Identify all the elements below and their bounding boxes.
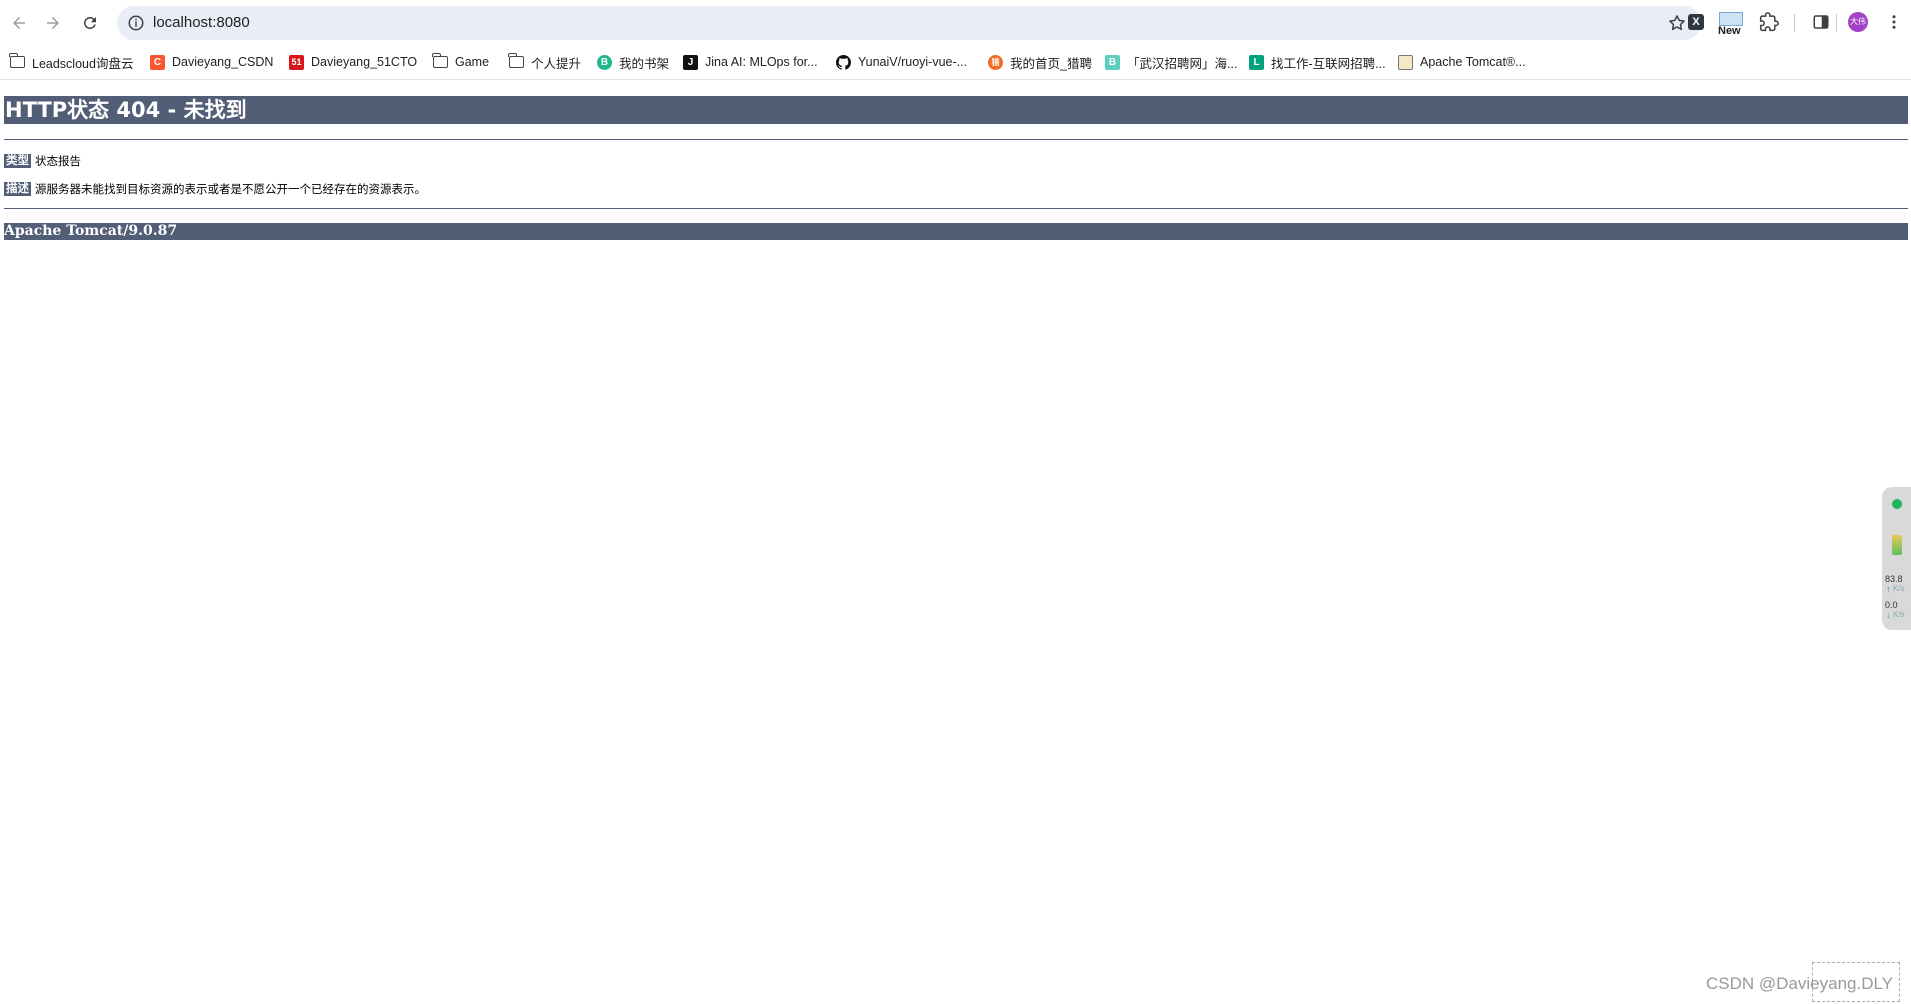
address-bar[interactable]: localhost:8080 — [117, 6, 1701, 40]
divider-line — [4, 139, 1908, 140]
bookmark-label: Game — [455, 55, 490, 69]
upload-arrow-icon: ↑ — [1886, 584, 1891, 594]
lagou-icon: L — [1249, 54, 1264, 70]
bookmark-51cto[interactable]: 51 Davieyang_51CTO — [289, 53, 417, 71]
forward-button[interactable] — [39, 9, 67, 37]
bookmark-label: Jina AI: MLOps for... — [705, 55, 818, 69]
bookmark-label: 「武汉招聘网」海... — [1127, 56, 1238, 71]
description-key: 描述 — [4, 182, 31, 196]
bookmark-label: 我的首页_猎聘 — [1010, 56, 1092, 71]
new-badge-label: New — [1718, 25, 1741, 37]
download-speed-value: 0.0 — [1885, 600, 1898, 610]
bookmark-label: 找工作-互联网招聘... — [1271, 56, 1386, 71]
github-icon — [836, 54, 851, 70]
side-panel-icon[interactable] — [1810, 11, 1832, 33]
status-dot-icon — [1892, 499, 1902, 509]
toolbar-divider — [1794, 14, 1795, 32]
bookmark-wuhan-jobs[interactable]: B 「武汉招聘网」海... — [1105, 53, 1237, 71]
book-icon: B — [597, 54, 612, 70]
bookmark-leadscloud[interactable]: Leadscloud询盘云 — [9, 53, 134, 71]
bookmark-label: Davieyang_51CTO — [311, 55, 418, 69]
tomcat-icon — [1398, 54, 1413, 70]
back-arrow-icon — [13, 17, 25, 29]
reload-icon — [84, 17, 96, 29]
bookmark-liepin[interactable]: 猎 我的首页_猎聘 — [988, 53, 1092, 71]
folder-icon — [432, 53, 448, 70]
side-panel-glyph-icon — [1813, 15, 1829, 29]
new-feature-image-icon — [1719, 12, 1743, 26]
csdn-icon: C — [150, 54, 165, 70]
speed-level-icon — [1892, 535, 1902, 555]
upload-speed-unit: K/s — [1893, 584, 1905, 593]
bookmark-star-icon[interactable] — [1667, 13, 1687, 33]
bookmark-lagou[interactable]: L 找工作-互联网招聘... — [1249, 53, 1386, 71]
puzzle-icon — [1759, 12, 1779, 32]
folder-icon — [508, 53, 524, 70]
type-row: 类型 状态报告 — [4, 153, 81, 169]
three-dots-icon — [1892, 15, 1896, 29]
type-value: 状态报告 — [35, 156, 81, 168]
bookmark-label: Apache Tomcat®... — [1420, 55, 1526, 69]
upload-speed-value: 83.8 — [1885, 574, 1903, 584]
extensions-puzzle-icon[interactable] — [1758, 11, 1780, 33]
extension-x-icon[interactable]: X — [1685, 11, 1707, 33]
reload-button[interactable] — [76, 9, 104, 37]
bookmark-label: Leadscloud询盘云 — [32, 56, 134, 71]
boss-icon: B — [1105, 54, 1120, 70]
csdn-watermark: CSDN @Davieyang.DLY — [1706, 974, 1894, 993]
bookmark-label: 个人提升 — [531, 56, 582, 71]
server-info: Apache Tomcat/9.0.87 — [4, 223, 1908, 240]
folder-icon — [9, 53, 25, 70]
bookmark-bookshelf[interactable]: B 我的书架 — [597, 53, 669, 71]
jina-icon: J — [683, 54, 698, 70]
bookmark-game[interactable]: Game — [432, 53, 490, 71]
menu-kebab-icon[interactable] — [1883, 11, 1905, 33]
type-key: 类型 — [4, 154, 31, 168]
divider-line — [4, 208, 1908, 209]
bookmark-label: YunaiV/ruoyi-vue-... — [858, 55, 968, 69]
bookmarks-bar: Leadscloud询盘云 C Davieyang_CSDN 51 Daviey… — [0, 45, 1911, 80]
toolbar-divider — [1836, 14, 1837, 32]
url-text[interactable]: localhost:8080 — [153, 14, 250, 31]
new-feature-button[interactable]: New — [1714, 12, 1746, 38]
51cto-icon: 51 — [289, 54, 304, 70]
bookmark-label: 我的书架 — [619, 56, 670, 71]
x-extension-glyph: X — [1688, 14, 1704, 30]
bookmark-tomcat[interactable]: Apache Tomcat®... — [1398, 53, 1526, 71]
page-title: HTTP状态 404 - 未找到 — [4, 96, 1908, 124]
description-row: 描述 源服务器未能找到目标资源的表示或者是不愿公开一个已经存在的资源表示。 — [4, 181, 426, 197]
network-speed-widget[interactable]: 83.8 ↑ K/s 0.0 ↓ K/s — [1882, 487, 1911, 630]
forward-arrow-icon — [47, 17, 59, 29]
bookmark-jina[interactable]: J Jina AI: MLOps for... — [683, 53, 818, 71]
bookmark-personal[interactable]: 个人提升 — [508, 53, 582, 71]
download-arrow-icon: ↓ — [1886, 610, 1891, 620]
description-value: 源服务器未能找到目标资源的表示或者是不愿公开一个已经存在的资源表示。 — [35, 184, 426, 196]
profile-avatar[interactable]: 大伟 — [1848, 12, 1868, 32]
site-info-icon[interactable] — [127, 14, 145, 32]
back-button[interactable] — [5, 9, 33, 37]
bookmark-csdn[interactable]: C Davieyang_CSDN — [150, 53, 273, 71]
download-speed-unit: K/s — [1893, 610, 1905, 619]
bookmark-label: Davieyang_CSDN — [172, 55, 274, 69]
browser-toolbar: localhost:8080 X New 大伟 — [0, 0, 1911, 45]
bookmark-github[interactable]: YunaiV/ruoyi-vue-... — [836, 53, 967, 71]
liepin-icon: 猎 — [988, 54, 1003, 70]
